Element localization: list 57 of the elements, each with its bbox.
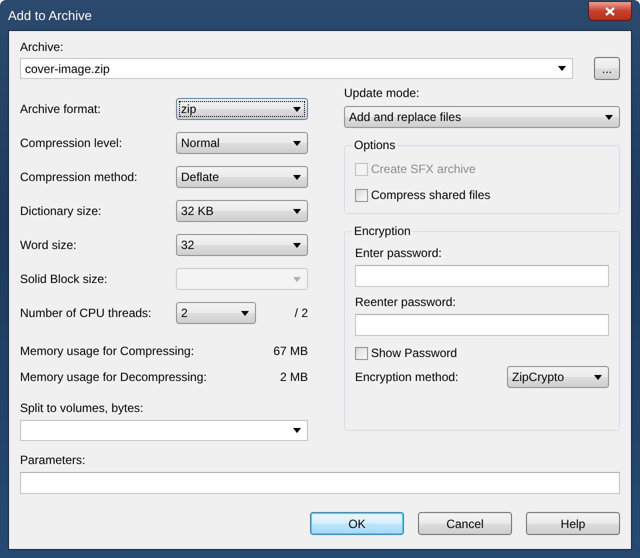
password-field[interactable] [355,265,609,287]
dropdown-arrow-icon [293,242,301,248]
dropdown-arrow-icon [594,374,602,380]
dropdown-arrow-icon [293,208,301,214]
field-label: Solid Block size: [20,272,108,286]
memory-value: 67 MB [273,344,308,358]
dialog-button[interactable]: Help [526,512,620,535]
dialog-button[interactable]: Cancel [418,512,512,535]
dropdown-arrow-icon [293,276,301,282]
browse-button[interactable]: ... [594,57,620,80]
dropdown[interactable]: 32 [176,234,308,256]
dropdown[interactable]: 2 [176,302,256,324]
close-icon [605,6,615,16]
field-label: Archive format: [20,102,102,116]
close-button[interactable] [588,1,632,21]
field-label: Compression method: [20,170,138,184]
dropdown[interactable]: zip [176,98,308,120]
window-title: Add to Archive [8,8,92,22]
dropdown[interactable]: Normal [176,132,308,154]
checkbox-label: Create SFX archive [371,162,476,176]
dropdown-arrow-icon [241,310,249,316]
dropdown-arrow-icon [293,140,301,146]
dialog-button[interactable]: OK [310,512,404,535]
group-title: Options [353,138,396,152]
group-title: Encryption [353,224,412,238]
memory-label: Memory usage for Decompressing: [20,370,207,384]
split-volumes-combobox[interactable] [20,420,308,441]
parameters-field[interactable] [20,472,620,494]
dropdown[interactable]: Deflate [176,166,308,188]
field-label: Reenter password: [355,295,457,309]
field-label: Enter password: [355,246,443,260]
archive-combobox[interactable]: cover-image.zip [20,58,573,79]
field-label: Dictionary size: [20,204,102,218]
dropdown-arrow-icon [293,428,301,433]
thread-count: / 2 [294,306,308,320]
field-label: Parameters: [20,453,86,467]
dropdown[interactable]: 32 KB [176,200,308,222]
checkbox[interactable] [355,346,368,360]
field-label: Number of CPU threads: [20,306,152,320]
field-label: Split to volumes, bytes: [20,401,144,415]
dropdown[interactable]: Add and replace files [344,106,620,128]
dropdown-arrow-icon [293,174,301,180]
checkbox-label: Show Password [371,346,458,360]
checkbox[interactable] [355,188,368,202]
password-field[interactable] [355,314,609,336]
field-label: Update mode: [344,86,420,100]
checkbox-label: Compress shared files [371,188,490,202]
field-label: Word size: [20,238,78,252]
field-label: Encryption method: [355,370,458,384]
field-label: Compression level: [20,136,124,150]
dropdown-arrow-icon [293,106,301,112]
dropdown-arrow-icon [605,114,613,120]
memory-value: 2 MB [280,370,308,384]
dropdown[interactable]: ZipCrypto [507,366,609,388]
dropdown-arrow-icon [558,66,566,71]
memory-label: Memory usage for Compressing: [20,344,194,358]
field-label: Archive: [20,40,64,54]
